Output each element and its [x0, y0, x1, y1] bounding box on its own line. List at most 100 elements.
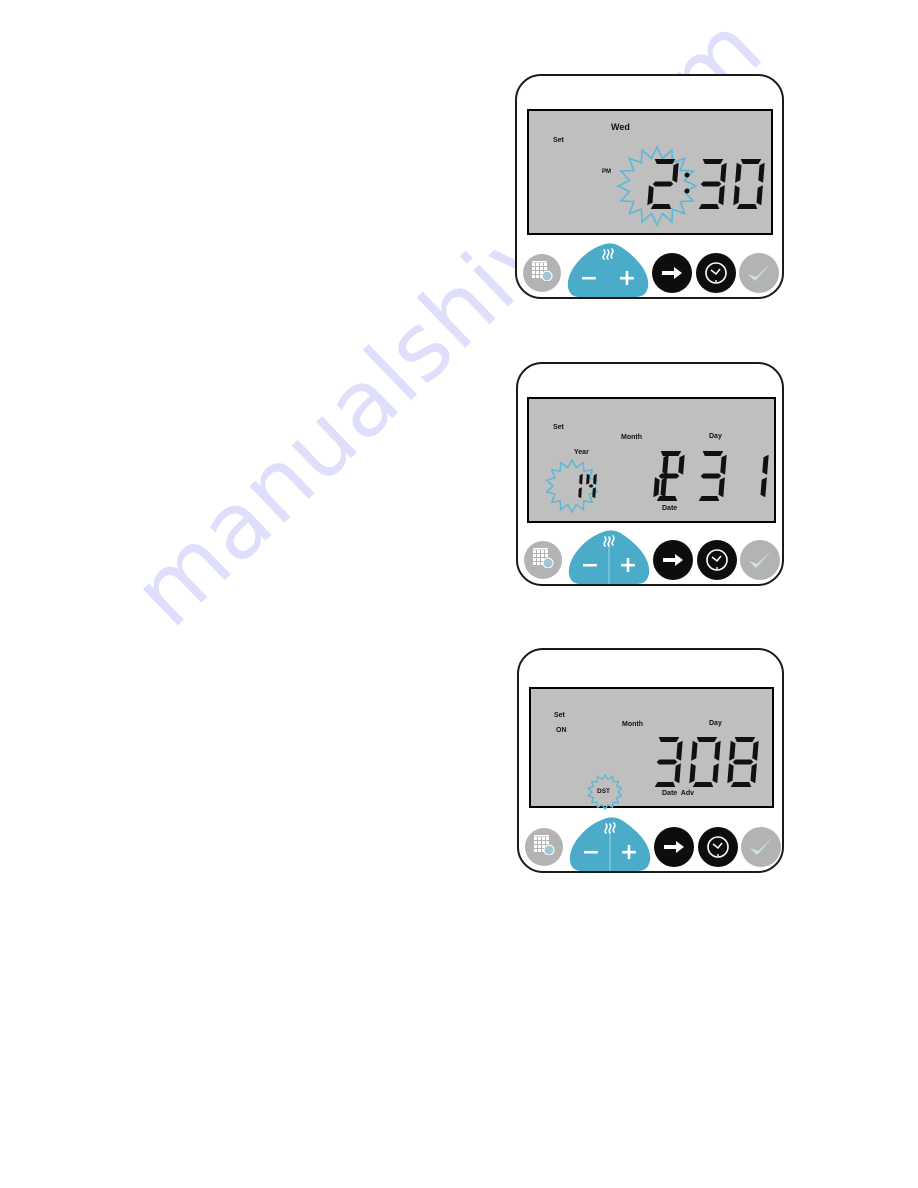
- confirm-button[interactable]: [741, 827, 781, 867]
- clock-button[interactable]: [696, 253, 736, 293]
- plus-button[interactable]: +: [613, 550, 643, 580]
- segment-b: [758, 162, 765, 183]
- segment-b: [676, 740, 683, 761]
- pm-label: PM: [602, 169, 611, 175]
- checkmark-icon: [746, 262, 772, 284]
- segment-e: [647, 185, 654, 206]
- segment-d: [698, 496, 720, 501]
- segment-b: [720, 454, 727, 475]
- segment-a: [696, 737, 718, 742]
- segment-b: [762, 454, 769, 475]
- segment-a: [702, 159, 724, 164]
- next-button[interactable]: [654, 827, 694, 867]
- segment-b: [662, 454, 669, 475]
- segment-d: [656, 496, 678, 501]
- on-label: ON: [556, 727, 567, 734]
- month-ones-digit: [653, 451, 685, 501]
- segment-a: [654, 159, 676, 164]
- steam-adjust-pad: − +: [566, 243, 650, 297]
- segment-f: [735, 162, 742, 183]
- segment-a: [734, 737, 756, 742]
- segment-c: [718, 477, 725, 498]
- segment-f: [729, 740, 736, 761]
- calendar-button[interactable]: [523, 254, 561, 292]
- segment-c: [750, 763, 757, 784]
- minute-ones-digit: [733, 159, 765, 209]
- segment-c: [756, 185, 763, 206]
- calendar-button[interactable]: [524, 541, 562, 579]
- segment-e: [653, 477, 660, 498]
- set-label: Set: [554, 712, 565, 719]
- segment-g: [652, 181, 674, 187]
- minus-button[interactable]: −: [575, 550, 605, 580]
- colon-dot-bottom: [684, 188, 690, 194]
- time-digits: [647, 159, 765, 209]
- segment-a: [702, 451, 724, 456]
- month-label: Month: [621, 434, 642, 441]
- year-digits: [578, 473, 597, 499]
- year-label: Year: [574, 449, 589, 456]
- segment-b: [752, 740, 759, 761]
- segment-d: [654, 782, 676, 787]
- segment-b: [579, 473, 583, 485]
- segment-a: [740, 159, 762, 164]
- segment-g: [588, 484, 594, 488]
- weekday-label: Wed: [611, 122, 630, 132]
- device-panel-time: Wed Set PM − +: [515, 74, 784, 299]
- segment-g: [732, 759, 754, 765]
- month-label: Month: [622, 721, 643, 728]
- date-adv-label: Date Adv: [662, 790, 695, 797]
- next-button[interactable]: [653, 540, 693, 580]
- clock-button[interactable]: [697, 540, 737, 580]
- next-button[interactable]: [652, 253, 692, 293]
- segment-f: [586, 473, 590, 485]
- month-day-digits: [654, 737, 759, 787]
- segment-e: [733, 185, 740, 206]
- day-label: Day: [709, 720, 722, 727]
- confirm-button[interactable]: [740, 540, 780, 580]
- segment-e: [727, 763, 734, 784]
- segment-c: [712, 763, 719, 784]
- confirm-button[interactable]: [739, 253, 779, 293]
- segment-f: [691, 740, 698, 761]
- set-label: Set: [553, 424, 564, 431]
- steam-adjust-pad: − +: [567, 530, 651, 584]
- year-ones-digit: [586, 473, 597, 499]
- year-tens-digit: [578, 473, 583, 499]
- lcd-display: Set ON Month Day Date Adv DST: [529, 687, 774, 811]
- clock-icon: [704, 261, 728, 285]
- day-tens-digit: [698, 451, 727, 501]
- minute-tens-digit: [698, 159, 727, 209]
- minus-button[interactable]: −: [576, 837, 606, 867]
- segment-d: [736, 204, 758, 209]
- segment-d: [730, 782, 752, 787]
- dst-label: DST: [597, 788, 610, 795]
- colon-dot-top: [684, 172, 690, 178]
- segment-b: [678, 454, 685, 475]
- device-panel-dst: Set ON Month Day Date Adv DST − +: [517, 648, 784, 873]
- day-ones-digit: [760, 454, 769, 498]
- month-digit: [654, 737, 683, 787]
- day-label: Day: [709, 433, 722, 440]
- minus-button[interactable]: −: [574, 263, 604, 293]
- clock-button[interactable]: [698, 827, 738, 867]
- clock-icon: [706, 835, 730, 859]
- plus-button[interactable]: +: [614, 837, 644, 867]
- segment-c: [718, 185, 725, 206]
- calendar-clock-icon: [532, 547, 554, 573]
- lcd-display: Set Year Month Day Date: [527, 397, 776, 523]
- segment-d: [692, 782, 714, 787]
- plus-button[interactable]: +: [612, 263, 642, 293]
- segment-e: [689, 763, 696, 784]
- month-day-digits: [653, 451, 769, 501]
- hour-digit: [647, 159, 679, 209]
- calendar-button[interactable]: [525, 828, 563, 866]
- steam-adjust-pad: − +: [568, 817, 652, 871]
- segment-b: [593, 473, 597, 485]
- segment-a: [660, 451, 682, 456]
- segment-a: [658, 737, 680, 742]
- segment-c: [760, 477, 767, 498]
- checkmark-icon: [747, 549, 773, 571]
- lcd-display: Wed Set PM: [527, 109, 773, 235]
- checkmark-icon: [748, 836, 774, 858]
